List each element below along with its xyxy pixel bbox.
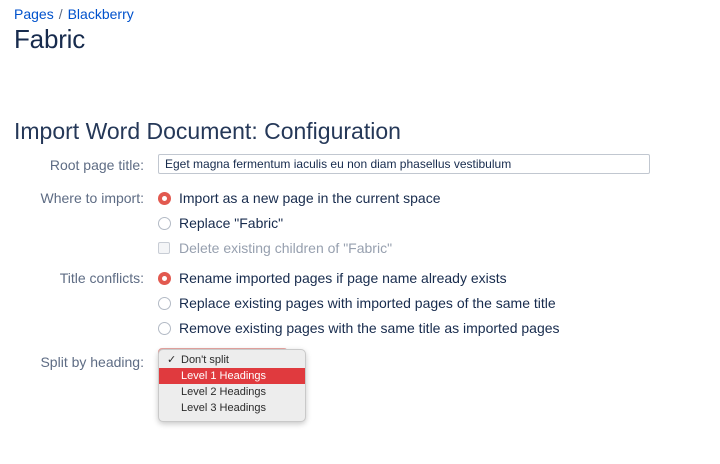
checkbox-delete-children: Delete existing children of "Fabric" <box>158 239 392 257</box>
dropdown-option-level-2[interactable]: Level 2 Headings <box>159 384 305 400</box>
option-label: Remove existing pages with the same titl… <box>179 320 560 336</box>
radio-checked-icon[interactable] <box>158 191 171 205</box>
dropdown-option-level-1[interactable]: Level 1 Headings <box>159 368 305 384</box>
root-page-title-label: Root page title: <box>49 157 144 173</box>
option-remove-existing[interactable]: Remove existing pages with the same titl… <box>158 319 560 337</box>
option-replace-fabric[interactable]: Replace "Fabric" <box>158 214 283 232</box>
dropdown-option-label: Don't split <box>181 354 229 366</box>
split-by-heading-label: Split by heading: <box>40 354 144 370</box>
root-page-title-input[interactable] <box>158 154 650 174</box>
option-label: Replace existing pages with imported pag… <box>179 295 556 311</box>
option-import-new-page[interactable]: Import as a new page in the current spac… <box>158 189 440 207</box>
radio-unchecked-icon[interactable] <box>158 296 171 310</box>
title-conflicts-label: Title conflicts: <box>59 270 144 286</box>
dropdown-option-label: Level 2 Headings <box>181 386 267 398</box>
checkbox-label: Delete existing children of "Fabric" <box>179 240 393 256</box>
split-by-heading-dropdown: ✓ Don't split Level 1 Headings Level 2 H… <box>158 349 306 422</box>
radio-checked-icon[interactable] <box>158 271 171 285</box>
breadcrumb-link-blackberry[interactable]: Blackberry <box>68 6 134 22</box>
dropdown-option-label: Level 1 Headings <box>181 370 267 382</box>
breadcrumb-separator: / <box>58 6 63 22</box>
option-label: Import as a new page in the current spac… <box>179 190 441 206</box>
breadcrumb: Pages / Blackberry <box>14 6 134 22</box>
section-title: Import Word Document: Configuration <box>14 118 401 144</box>
checkbox-icon <box>158 242 170 254</box>
radio-unchecked-icon[interactable] <box>158 216 171 230</box>
checkmark-icon: ✓ <box>167 354 177 366</box>
radio-unchecked-icon[interactable] <box>158 321 171 335</box>
breadcrumb-link-pages[interactable]: Pages <box>14 6 54 22</box>
option-replace-existing[interactable]: Replace existing pages with imported pag… <box>158 294 556 312</box>
where-to-import-label: Where to import: <box>40 190 144 206</box>
option-rename-imported[interactable]: Rename imported pages if page name alrea… <box>158 269 507 287</box>
dropdown-option-dont-split[interactable]: ✓ Don't split <box>159 352 305 368</box>
page: Pages / Blackberry Fabric Import Word Docu… <box>0 0 720 464</box>
page-title: Fabric <box>14 24 86 54</box>
dropdown-option-label: Level 3 Headings <box>181 402 267 414</box>
option-label: Replace "Fabric" <box>179 215 284 231</box>
option-label: Rename imported pages if page name alrea… <box>179 270 507 286</box>
dropdown-option-level-3[interactable]: Level 3 Headings <box>159 400 305 416</box>
